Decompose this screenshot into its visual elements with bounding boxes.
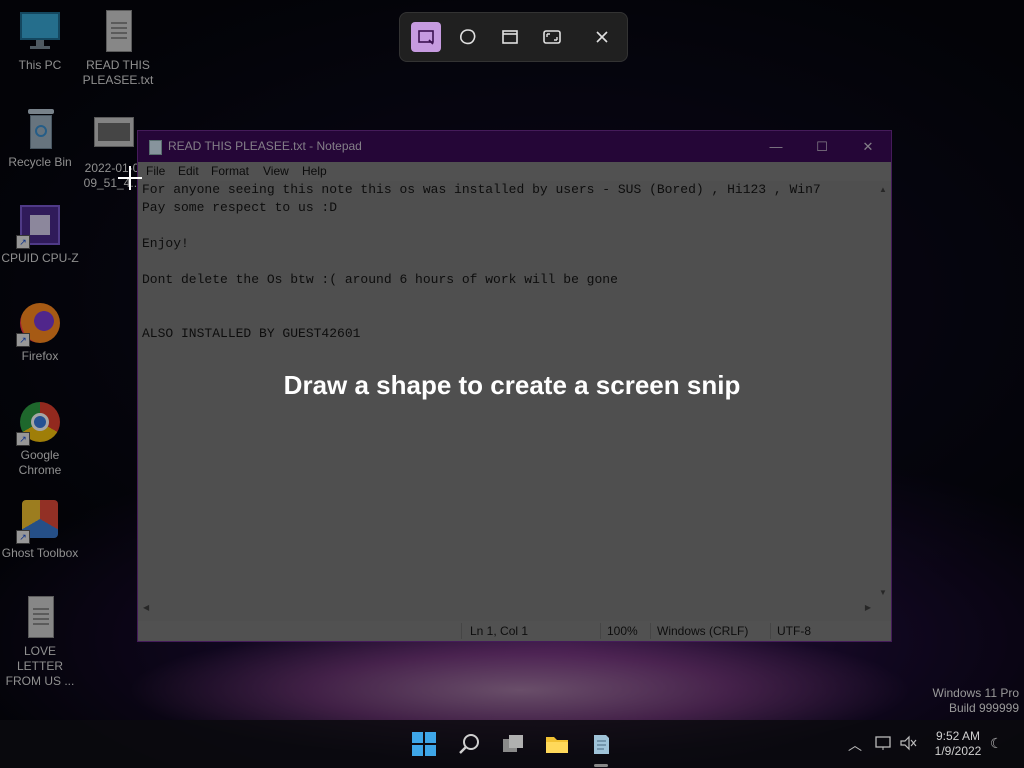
folder-icon xyxy=(546,737,568,753)
windows-version-watermark: Windows 11 Pro Build 999999 xyxy=(933,686,1019,716)
notepad-taskbar-button[interactable] xyxy=(587,730,615,758)
clock-time: 9:52 AM xyxy=(935,729,981,743)
close-icon xyxy=(596,31,608,43)
network-icon-graphic xyxy=(875,736,891,750)
active-app-indicator xyxy=(594,764,608,767)
volume-muted-icon[interactable] xyxy=(899,735,917,754)
rectangle-snip-icon xyxy=(418,30,434,45)
start-button[interactable] xyxy=(410,730,438,758)
fullscreen-snip-button[interactable] xyxy=(537,22,567,52)
close-snip-button[interactable] xyxy=(587,22,617,52)
task-view-button[interactable] xyxy=(499,730,527,758)
freeform-snip-icon xyxy=(460,29,476,45)
snip-toolbar xyxy=(399,12,628,62)
freeform-snip-button[interactable] xyxy=(453,22,483,52)
search-icon xyxy=(459,734,479,754)
network-icon[interactable] xyxy=(874,735,892,754)
crosshair-cursor-icon xyxy=(129,166,131,190)
clock-date: 1/9/2022 xyxy=(934,744,982,758)
search-button[interactable] xyxy=(455,730,483,758)
build-text: Build 999999 xyxy=(948,701,1019,715)
focus-assist-moon-icon[interactable]: ☾ xyxy=(990,735,1003,752)
notepad-icon xyxy=(594,735,609,754)
window-snip-button[interactable] xyxy=(495,22,525,52)
task-view-icon xyxy=(503,735,523,752)
speaker-icon xyxy=(900,735,917,751)
fullscreen-snip-icon xyxy=(543,30,561,44)
windows-logo-icon xyxy=(412,732,436,756)
file-explorer-button[interactable] xyxy=(543,730,571,758)
show-hidden-icons-chevron-icon[interactable]: ︿ xyxy=(848,735,862,755)
rectangle-snip-button[interactable] xyxy=(411,22,441,52)
system-clock[interactable]: 9:52 AM 1/9/2022 xyxy=(928,729,988,759)
window-snip-icon xyxy=(502,30,518,44)
snip-hint-text: Draw a shape to create a screen snip xyxy=(283,370,741,400)
taskbar xyxy=(0,720,1024,768)
edition-text: Windows 11 Pro xyxy=(932,686,1019,700)
